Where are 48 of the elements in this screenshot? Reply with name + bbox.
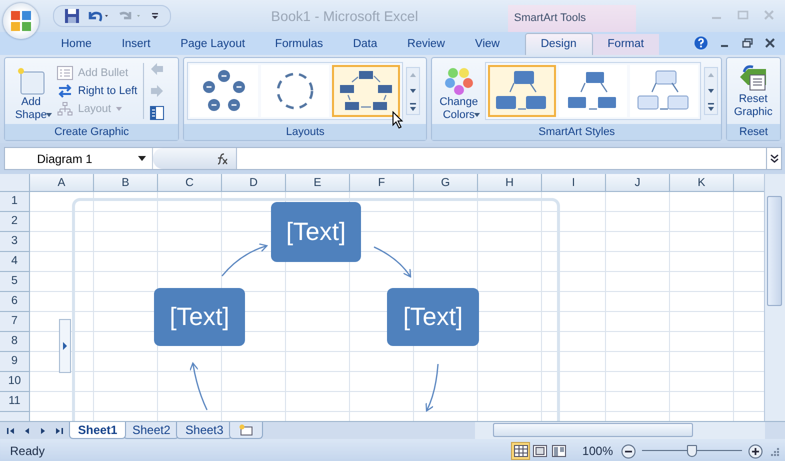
row-header[interactable]: 8: [0, 332, 30, 352]
ribbon-tab[interactable]: Page Layout: [165, 34, 260, 55]
ribbon-tab[interactable]: Review: [392, 34, 460, 55]
ribbon-tab[interactable]: Format: [592, 34, 659, 55]
group-label: Reset: [727, 124, 780, 140]
column-header[interactable]: C: [158, 174, 222, 192]
ribbon-tab[interactable]: View: [460, 34, 515, 55]
ribbon-tab[interactable]: Formulas: [260, 34, 338, 55]
column-header[interactable]: H: [478, 174, 542, 192]
row-header[interactable]: 7: [0, 312, 30, 332]
ribbon-tab[interactable]: Insert: [106, 34, 166, 55]
sheet-tab[interactable]: Sheet3: [176, 422, 232, 439]
column-header[interactable]: B: [94, 174, 158, 192]
column-header[interactable]: G: [414, 174, 478, 192]
column-header[interactable]: K: [670, 174, 734, 192]
row-header[interactable]: 9: [0, 352, 30, 372]
contextual-tab-label: SmartArt Tools: [508, 5, 636, 32]
column-header[interactable]: D: [222, 174, 286, 192]
ribbon-tab[interactable]: Design: [524, 33, 593, 55]
ribbon-tab[interactable]: Home: [46, 34, 107, 55]
reset-graphic-button[interactable]: Reset Graphic: [730, 63, 776, 119]
row-header[interactable]: 5: [0, 272, 30, 292]
row-header[interactable]: 3: [0, 232, 30, 252]
status-text: Ready: [10, 444, 45, 458]
column-header[interactable]: E: [286, 174, 350, 192]
sheet-tab[interactable]: Sheet2: [123, 422, 180, 439]
group-label: SmartArt Styles: [432, 124, 722, 140]
ribbon-command[interactable]: Right to Left: [57, 84, 138, 98]
change-colors-button[interactable]: Change Colors: [435, 66, 482, 116]
row-header[interactable]: 4: [0, 252, 30, 272]
row-header[interactable]: 2: [0, 212, 30, 232]
group-label: Layouts: [184, 124, 426, 140]
column-header[interactable]: I: [542, 174, 606, 192]
diagram-node[interactable]: [Text]: [271, 202, 361, 262]
row-header[interactable]: 10: [0, 372, 30, 392]
group-label: Create Graphic: [5, 124, 178, 140]
ribbon-tab[interactable]: Data: [338, 34, 392, 55]
row-header[interactable]: 1: [0, 192, 30, 212]
diagram-node[interactable]: [Text]: [387, 288, 479, 346]
column-header[interactable]: J: [606, 174, 670, 192]
column-header[interactable]: A: [30, 174, 94, 192]
diagram-node[interactable]: [Text]: [154, 288, 245, 346]
sheet-tab[interactable]: Sheet1: [69, 422, 126, 439]
row-header[interactable]: 11: [0, 392, 30, 412]
row-header[interactable]: 6: [0, 292, 30, 312]
column-header[interactable]: F: [350, 174, 414, 192]
window-title: Book1 - Microsoft Excel: [271, 8, 418, 24]
zoom-level[interactable]: 100%: [582, 444, 613, 458]
